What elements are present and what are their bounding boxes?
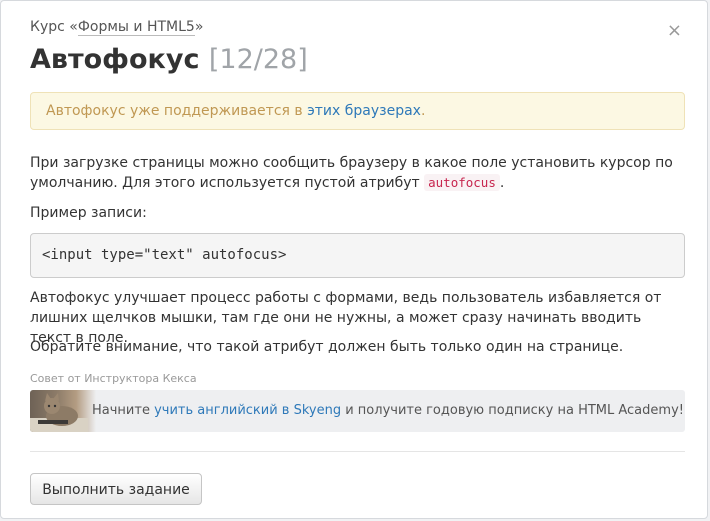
tip-label: Совет от Инструктора Кекса bbox=[30, 372, 197, 385]
page-title: Автофокус [12/28] bbox=[30, 42, 308, 78]
tip-text-end: и получите годовую подписку на HTML Acad… bbox=[341, 403, 684, 418]
course-breadcrumb: Курс «Формы и HTML5» bbox=[30, 19, 204, 36]
autofocus-code: autofocus bbox=[424, 174, 500, 191]
tip-box: Начните учить английский в Skyeng и полу… bbox=[30, 390, 685, 432]
title-text: Автофокус bbox=[30, 44, 200, 75]
submit-task-button[interactable]: Выполнить задание bbox=[30, 473, 202, 505]
example-label: Пример записи: bbox=[30, 205, 147, 221]
intro-text: При загрузке страницы можно сообщить бра… bbox=[30, 155, 673, 191]
note-paragraph: Обратите внимание, что такой атрибут дол… bbox=[30, 339, 624, 355]
intro-text-end: . bbox=[499, 175, 505, 191]
task-modal: × Курс «Формы и HTML5» Автофокус [12/28]… bbox=[0, 0, 708, 519]
step-counter: [12/28] bbox=[208, 44, 308, 75]
tip-text: Начните учить английский в Skyeng и полу… bbox=[92, 390, 684, 432]
intro-paragraph: При загрузке страницы можно сообщить бра… bbox=[30, 153, 680, 193]
divider bbox=[30, 451, 685, 452]
close-icon[interactable]: × bbox=[667, 21, 682, 41]
course-suffix: » bbox=[194, 19, 204, 35]
cat-avatar bbox=[30, 390, 96, 432]
tip-text-start: Начните bbox=[92, 403, 155, 418]
alert-text: Автофокус уже поддерживается в bbox=[46, 103, 308, 119]
code-example: <input type="text" autofocus> bbox=[30, 233, 685, 278]
skyeng-link[interactable]: учить английский в Skyeng bbox=[154, 403, 341, 418]
course-prefix: Курс « bbox=[30, 19, 78, 35]
course-link[interactable]: Формы и HTML5 bbox=[77, 19, 195, 36]
browsers-link[interactable]: этих браузерах bbox=[307, 103, 421, 119]
alert-text-end: . bbox=[420, 103, 426, 119]
support-alert: Автофокус уже поддерживается в этих брау… bbox=[30, 92, 685, 130]
